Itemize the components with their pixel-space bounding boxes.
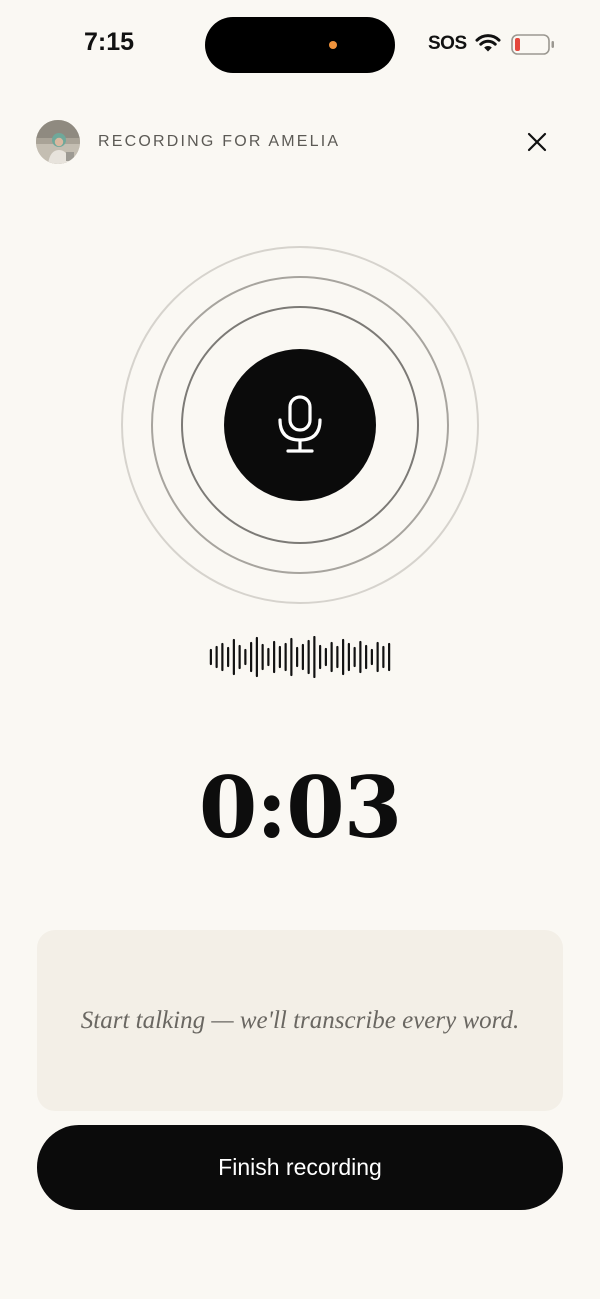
dynamic-island: [205, 17, 395, 73]
wifi-icon: [475, 34, 501, 52]
carrier-status: SOS: [428, 33, 467, 54]
waveform-icon: [209, 636, 391, 678]
recording-header: RECORDING FOR AMELIA: [36, 118, 564, 166]
close-button[interactable]: [524, 129, 550, 155]
recording-indicator-dot: [329, 41, 337, 49]
avatar: [36, 120, 80, 164]
status-time: 7:15: [84, 28, 135, 56]
finish-recording-label: Finish recording: [218, 1154, 382, 1180]
close-icon: [527, 132, 547, 152]
transcript-placeholder: Start talking — we'll transcribe every w…: [80, 1006, 520, 1034]
microphone-button[interactable]: [224, 349, 376, 501]
recording-for-label: RECORDING FOR AMELIA: [98, 133, 341, 150]
finish-recording-button[interactable]: Finish recording: [37, 1125, 563, 1210]
microphone-icon: [278, 395, 322, 453]
recording-timer: 0:03: [198, 758, 402, 857]
battery-icon: [511, 34, 554, 55]
status-bar: 7:15 SOS: [0, 0, 600, 90]
avatar-image: [36, 120, 80, 164]
transcript-panel: Start talking — we'll transcribe every w…: [37, 930, 563, 1111]
